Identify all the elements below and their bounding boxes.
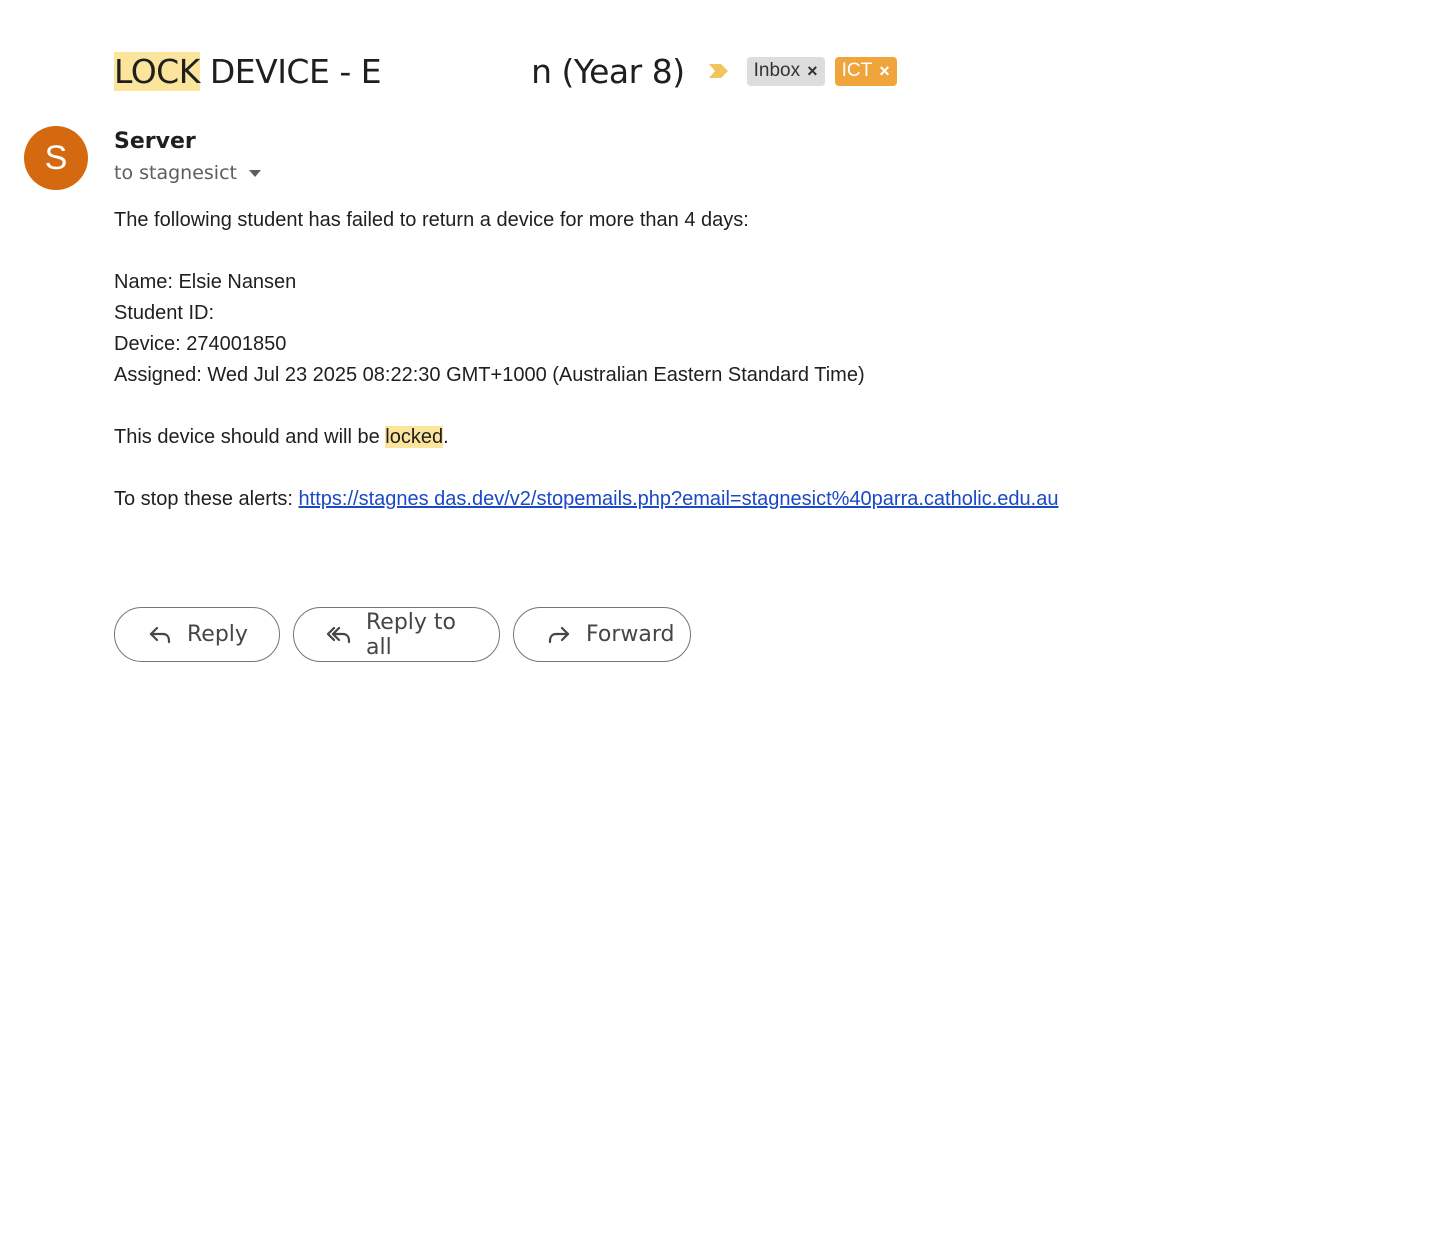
forward-button[interactable]: Forward [513, 607, 691, 662]
reply-all-icon [326, 626, 351, 643]
lock-prefix: This device should and will be [114, 426, 386, 448]
importance-marker-icon[interactable] [707, 61, 731, 81]
sender-name[interactable]: Server [114, 129, 196, 154]
email-body: The following student has failed to retu… [114, 205, 1414, 515]
action-buttons: Reply Reply to all Forward [114, 607, 691, 662]
body-intro: The following student has failed to retu… [114, 209, 749, 231]
stop-alerts-link[interactable]: https://stagnes das.dev/v2/stopemails.ph… [299, 488, 1059, 510]
close-icon[interactable]: × [879, 62, 890, 80]
label-chip-inbox[interactable]: Inbox × [746, 56, 825, 86]
forward-icon [548, 626, 570, 643]
alerts-prefix: To stop these alerts: [114, 488, 299, 510]
reply-button[interactable]: Reply [114, 607, 280, 662]
reply-all-label: Reply to all [366, 609, 457, 660]
reply-all-button[interactable]: Reply to all [293, 607, 500, 662]
subject-tail: n (Year 8) [531, 51, 685, 91]
body-name-line: Name: Elsie Nansen [114, 271, 297, 293]
reply-icon [149, 626, 171, 643]
email-subject: LOCK DEVICE - E n (Year 8) [114, 51, 685, 91]
subject-text: DEVICE - E [199, 51, 382, 91]
body-alerts-line: To stop these alerts: https://stagnes da… [114, 484, 1414, 515]
lock-suffix: . [443, 426, 449, 448]
body-lock-line: This device should and will be locked. [114, 422, 1414, 453]
body-assigned-line: Assigned: Wed Jul 23 2025 08:22:30 GMT+1… [114, 364, 865, 386]
subject-highlight: LOCK [114, 51, 200, 91]
lock-highlight: locked [385, 426, 444, 448]
label-chip-ict[interactable]: ICT × [834, 56, 897, 86]
forward-label: Forward [586, 622, 675, 647]
recipient-text: to stagnesict [114, 162, 237, 184]
avatar[interactable]: S [24, 126, 88, 190]
body-device-line: Device: 274001850 [114, 333, 287, 355]
body-student-id-line: Student ID: [114, 302, 215, 324]
chevron-down-icon[interactable] [248, 169, 261, 177]
reply-label: Reply [187, 622, 248, 647]
recipient-row: to stagnesict [114, 162, 261, 184]
subject-row: LOCK DEVICE - E n (Year 8) Inbox × ICT × [114, 46, 897, 96]
close-icon[interactable]: × [807, 62, 818, 80]
label-chip-text: ICT [841, 60, 873, 81]
label-chip-text: Inbox [753, 60, 801, 81]
